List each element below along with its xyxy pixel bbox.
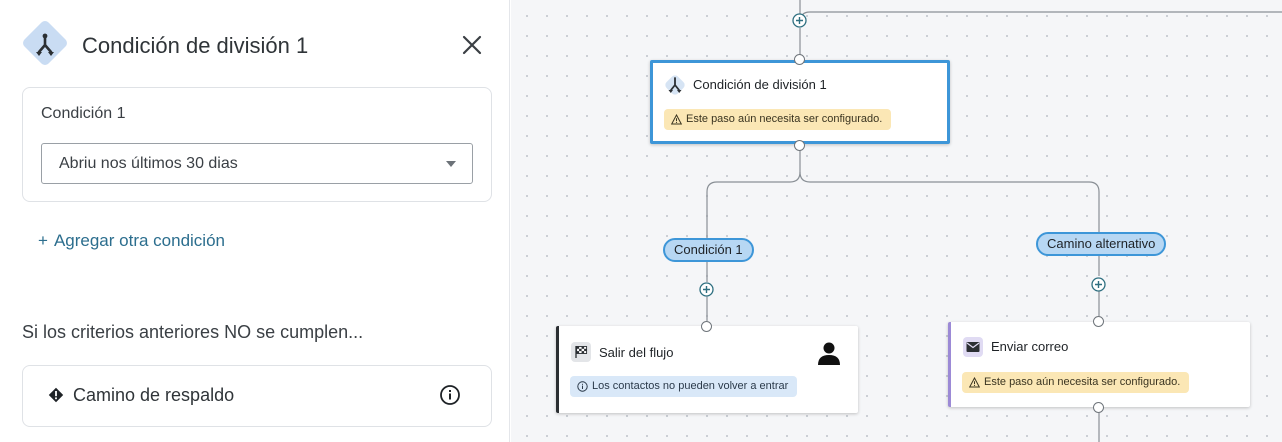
email-node[interactable]: Enviar correo Este paso aún necesita ser… <box>948 322 1250 407</box>
fallback-label: Camino de respaldo <box>73 385 235 405</box>
output-port[interactable] <box>1093 402 1104 413</box>
caret-down-icon <box>446 161 456 167</box>
input-port[interactable] <box>794 54 805 65</box>
split-node-warning-text: Este paso aún necesita ser configurado. <box>686 113 883 125</box>
checkered-flag-icon <box>575 346 588 358</box>
input-port[interactable] <box>1093 316 1104 327</box>
branch-label-alternative[interactable]: Camino alternativo <box>1036 232 1167 256</box>
warning-triangle-icon <box>671 114 682 125</box>
close-icon[interactable] <box>460 33 484 57</box>
condition-select-value: Abriu nos últimos 30 dias <box>59 155 238 172</box>
email-node-title: Enviar correo <box>991 339 1069 354</box>
exit-node[interactable]: Salir del flujo Los contactos no pueden … <box>556 326 858 413</box>
split-node-warning: Este paso aún necesita ser configurado. <box>664 109 892 130</box>
plus-icon: + <box>38 231 48 250</box>
add-condition-label: Agregar otra condición <box>53 231 225 250</box>
split-icon <box>668 77 682 93</box>
person-icon <box>818 342 840 365</box>
fallback-card[interactable]: Camino de respaldo <box>22 365 492 427</box>
add-step-icon[interactable] <box>1091 277 1106 292</box>
panel-title: Condición de división 1 <box>82 33 309 58</box>
input-port[interactable] <box>701 321 712 332</box>
condition-card: Condición 1 Abriu nos últimos 30 dias <box>22 87 492 202</box>
panel-header: Condición de división 1 <box>20 18 492 68</box>
output-port[interactable] <box>794 140 805 151</box>
add-condition-link[interactable]: + Agregar otra condición <box>38 231 225 251</box>
warning-diamond-icon <box>48 387 64 403</box>
info-icon[interactable] <box>439 384 461 406</box>
info-icon <box>577 381 588 392</box>
flow-canvas[interactable]: Condición de división 1 Este paso aún ne… <box>511 0 1282 442</box>
exit-node-info: Los contactos no pueden volver a entrar <box>570 376 798 397</box>
exit-node-title: Salir del flujo <box>599 345 674 360</box>
warning-triangle-icon <box>969 377 980 388</box>
exit-node-info-text: Los contactos no pueden volver a entrar <box>592 380 789 392</box>
condition-label: Condición 1 <box>41 105 126 122</box>
split-node[interactable]: Condición de división 1 Este paso aún ne… <box>650 60 950 144</box>
email-node-warning: Este paso aún necesita ser configurado. <box>962 372 1190 393</box>
add-step-icon[interactable] <box>699 282 714 297</box>
condition-select[interactable]: Abriu nos últimos 30 dias <box>41 143 473 184</box>
add-step-icon[interactable] <box>792 13 807 28</box>
fallback-note: Si los criterios anteriores NO se cumple… <box>22 322 364 342</box>
branch-label-condition[interactable]: Condición 1 <box>663 238 754 262</box>
split-node-title: Condición de división 1 <box>693 77 827 92</box>
split-icon <box>36 33 54 56</box>
split-condition-panel: Condición de división 1 Condición 1 Abri… <box>0 0 510 442</box>
email-node-warning-text: Este paso aún necesita ser configurado. <box>984 376 1181 388</box>
envelope-icon <box>966 342 980 352</box>
